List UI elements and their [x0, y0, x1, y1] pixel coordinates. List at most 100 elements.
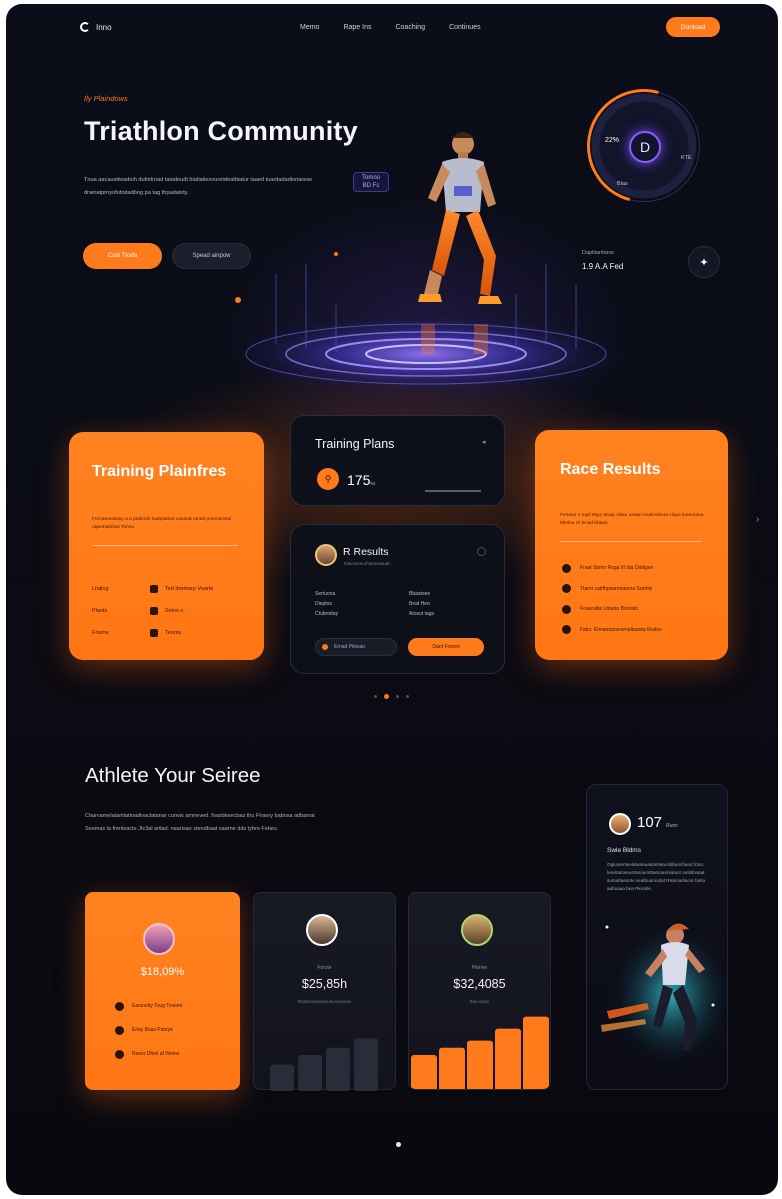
nav-links: Memo Rape Ins Coaching Continues — [300, 24, 481, 31]
results-card: R Results Toeiosetnurhstomasudn Sertuona… — [290, 524, 505, 674]
avatar — [143, 923, 175, 955]
bullet-icon — [562, 563, 571, 573]
bullet-icon — [562, 604, 571, 614]
section-description: Charvamelatanitatinadivaclatanar cunvis … — [85, 813, 315, 832]
email-icon — [322, 644, 328, 650]
bullet-icon — [115, 1049, 124, 1059]
chart-bar — [354, 1038, 378, 1091]
globe-icon[interactable]: ✦ — [688, 246, 720, 278]
row-key: Frisme — [92, 630, 109, 636]
nav-link-memo[interactable]: Memo — [300, 24, 319, 31]
more-icon[interactable]: ◂ — [482, 438, 486, 446]
list-item-label: Erlay Bsas Patoye — [132, 1027, 173, 1033]
plans-value-unit: ks — [370, 481, 376, 487]
nav-link-continues[interactable]: Continues — [449, 24, 481, 31]
cell-label: Ctubrettay — [315, 611, 339, 617]
download-button[interactable]: Donload — [666, 17, 720, 37]
row-value: Ted dreetarp Vearte — [165, 586, 214, 592]
training-plans-card[interactable]: Training Plainfres Fornaeanstsay a a pta… — [69, 432, 264, 660]
chart-bar — [523, 1016, 549, 1089]
chart-bar — [326, 1047, 350, 1091]
pager-dot[interactable] — [374, 695, 377, 698]
cell-value: Bbaatsee — [409, 591, 431, 597]
list-item[interactable]: Foaeraltie Ltdarto Borirato — [562, 599, 722, 620]
pricing-card-orange[interactable]: $18,09% Earsoolty Toug Toveen Erlay Bsas… — [85, 892, 240, 1090]
nav-link-coaching[interactable]: Coaching — [395, 24, 425, 31]
chart-bar — [495, 1028, 521, 1089]
distance-label: Daplitanfanw — [582, 250, 614, 256]
list-item: Erlay Bsas Patoye — [115, 1018, 182, 1042]
results-submit-button[interactable]: Oant Frsnes — [408, 638, 484, 656]
list-item: Rasor Dfonl af Weine — [115, 1042, 182, 1066]
plans-card-title: Training Plans — [315, 437, 395, 451]
list-item-label: Foaeraltie Ltdarto Borirato — [580, 606, 639, 613]
progress-line — [425, 490, 481, 492]
stat-chip-line1: Tomno — [361, 175, 380, 181]
checkbox-icon — [150, 629, 158, 637]
plans-card-value: 175ks — [347, 472, 375, 488]
progress-gauge: 22% D KTE Blas — [566, 68, 722, 224]
checkbox-icon — [150, 585, 158, 593]
nav-link-rape-ins[interactable]: Rape Ins — [343, 24, 371, 31]
search-icon: ⚲ — [317, 468, 339, 490]
results-card-subtitle: Toeiosetnurhstomasudn — [343, 561, 391, 566]
cell-label: Sertuona — [315, 591, 336, 597]
page-frame: Inno Memo Rape Ins Coaching Continues Do… — [6, 4, 778, 1195]
gauge-percent: 22% — [605, 137, 620, 144]
scroll-indicator — [396, 1142, 401, 1147]
section-title: Athlete Your Seiree — [85, 764, 261, 787]
divider — [92, 545, 238, 546]
race-card-description: Fenarui o ruyit Itsyo tsvup vlasu unasn … — [560, 513, 704, 526]
cell-label: Dieptos — [315, 601, 332, 607]
row-key: Plants — [92, 608, 108, 614]
email-field[interactable]: Ernad Pleisan — [315, 638, 397, 656]
hero-eyebrow: Ily Plaindows — [84, 94, 128, 103]
top-nav: Inno Memo Rape Ins Coaching Continues Do… — [6, 4, 778, 52]
list-item: Earsoolty Toug Toveen — [115, 994, 182, 1018]
list-item[interactable]: Fraat Sbmn Roga III Ida Oaltigen — [562, 558, 722, 579]
list-item-label: Earsoolty Toug Toveen — [132, 1003, 183, 1009]
email-field-text: Ernad Pleisan — [334, 644, 366, 650]
pager-dot[interactable] — [396, 695, 399, 698]
list-item: Frisme Teonts — [92, 622, 252, 644]
runner-illustration — [601, 923, 727, 1065]
training-card-description: Fornaeanstsay a a ptabridn taubpartus va… — [92, 517, 232, 530]
race-card-title: Race Results — [560, 461, 661, 478]
cell-value: Atosut tago — [409, 611, 435, 617]
chart-bar — [270, 1064, 294, 1091]
chart-bar — [439, 1047, 465, 1089]
pricing-card-dark-1[interactable]: Forste $25,85h Biratorasusnaruausssasao — [253, 892, 396, 1091]
pager-dot[interactable] — [406, 695, 409, 698]
chevron-right-icon[interactable]: › — [756, 514, 759, 525]
training-plans-stat-card[interactable]: Training Plans ◂ ⚲ 175ks — [290, 415, 505, 506]
list-item-label: Fatcr. Etmantunsnurnaltaanta Rrafas — [580, 626, 662, 633]
bar-chart-gray — [270, 1038, 378, 1091]
gauge-center-icon: D — [629, 131, 661, 163]
chart-bar — [411, 1055, 437, 1089]
featured-athlete-card[interactable]: 107 Runs Swle Bldms Ogluotertwelatwiteaa… — [586, 784, 728, 1090]
pricing-card-dark-2[interactable]: Piteine $32,4085 Bituvicato — [408, 892, 551, 1090]
bar-chart-orange — [411, 1016, 549, 1089]
list-item[interactable]: Ttarnt catrfbpsarnnarena Srarbiy — [562, 579, 722, 600]
chart-bar — [298, 1055, 322, 1091]
gauge-right-label: KTE — [681, 155, 692, 161]
table-row: Sertuona · Bbaatsee — [315, 591, 431, 597]
avatar — [315, 544, 337, 566]
row-key: Lfating — [92, 586, 109, 592]
carousel-pager — [374, 694, 409, 699]
divider — [560, 541, 702, 542]
logo-text: Inno — [96, 22, 112, 32]
checkbox-icon — [150, 607, 158, 615]
results-table: Sertuona · Bbaatsee Dieptos · Beat Heo Ctu… — [315, 589, 485, 619]
pricing-value: $18,09% — [140, 966, 185, 978]
race-results-card[interactable]: Race Results Fenarui o ruyit Itsyo tsvup… — [535, 430, 728, 660]
bullet-icon — [115, 1001, 124, 1011]
hero-primary-button[interactable]: Cust Ttoda — [83, 243, 162, 269]
list-item-label: Rasor Dfonl af Weine — [132, 1051, 180, 1057]
settings-icon[interactable] — [477, 547, 486, 556]
list-item[interactable]: Fatcr. Etmantunsnurnaltaanta Rrafas — [562, 620, 722, 641]
bullet-icon — [562, 584, 571, 594]
logo[interactable]: Inno — [80, 22, 112, 32]
pager-dot-active[interactable] — [384, 694, 389, 699]
logo-icon — [80, 22, 90, 32]
